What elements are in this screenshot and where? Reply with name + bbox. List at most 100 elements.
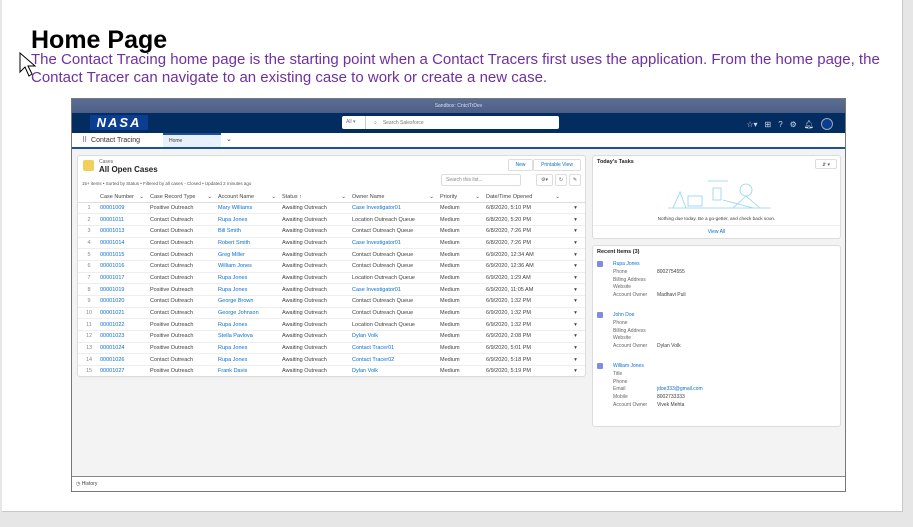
- table-row[interactable]: 7 00001017 Contact Outreach Rupa Jones Await…: [78, 272, 585, 285]
- table-row[interactable]: 6 00001016 Contact Outreach William Jones Aw…: [78, 260, 585, 273]
- account-name[interactable]: Robert Smith: [218, 237, 282, 250]
- chevron-down-icon[interactable]: ⌄: [207, 194, 218, 200]
- field-value[interactable]: jdoe333@gmail.com: [657, 386, 703, 392]
- account-name[interactable]: Mary Williams: [218, 202, 282, 215]
- case-number[interactable]: 00001015: [100, 248, 150, 261]
- chevron-down-icon[interactable]: ⌄: [271, 194, 282, 200]
- table-row[interactable]: 12 00001023 Positive Outreach Stella Pavlov…: [78, 330, 585, 343]
- account-name[interactable]: Rupa Jones: [218, 272, 282, 285]
- owner-name[interactable]: Case Investigator01: [352, 237, 440, 250]
- owner-name[interactable]: Case Investigator01: [352, 283, 440, 296]
- case-number[interactable]: 00001011: [100, 213, 150, 226]
- row-action-dropdown-icon[interactable]: ▾: [566, 353, 585, 367]
- case-number[interactable]: 00001017: [100, 272, 150, 285]
- table-row[interactable]: 9 00001020 Contact Outreach George Brown Awa…: [78, 295, 585, 308]
- row-action-dropdown-icon[interactable]: ▾: [566, 365, 585, 378]
- tab-home[interactable]: Home: [163, 133, 221, 147]
- owner-name[interactable]: Contact Tracer01: [352, 342, 440, 355]
- row-action-dropdown-icon[interactable]: ▾: [566, 202, 585, 215]
- global-search[interactable]: All ▾ ⌕ Search Salesforce: [342, 116, 559, 129]
- row-action-dropdown-icon[interactable]: ▾: [566, 248, 585, 261]
- account-name[interactable]: Bill Smith: [218, 225, 282, 238]
- table-row[interactable]: 10 00001021 Contact Outreach George Johnson…: [78, 307, 585, 320]
- account-name[interactable]: Rupa Jones: [218, 342, 282, 355]
- row-action-dropdown-icon[interactable]: ▾: [566, 260, 585, 273]
- row-action-dropdown-icon[interactable]: ▾: [566, 237, 585, 250]
- table-row[interactable]: 15 00001027 Positive Outreach Frank Davis Aw…: [78, 365, 585, 378]
- row-action-dropdown-icon[interactable]: ▾: [566, 342, 585, 355]
- case-number[interactable]: 00001022: [100, 318, 150, 332]
- favorites-icon[interactable]: ☆▾: [746, 120, 757, 129]
- column-header[interactable]: Priority ⌄: [440, 192, 486, 203]
- avatar[interactable]: [821, 118, 833, 130]
- row-action-dropdown-icon[interactable]: ▾: [566, 213, 585, 226]
- recent-item-name[interactable]: John Doe: [613, 312, 681, 320]
- case-number[interactable]: 00001027: [100, 365, 150, 378]
- owner-name[interactable]: Case Investigator01: [352, 202, 440, 215]
- chevron-down-icon[interactable]: ⌄: [341, 194, 352, 200]
- row-action-dropdown-icon[interactable]: ▾: [566, 225, 585, 238]
- case-number[interactable]: 00001009: [100, 202, 150, 215]
- chevron-down-icon[interactable]: ⌄: [555, 194, 566, 200]
- table-row[interactable]: 2 00001011 Contact Outreach Rupa Jones Await…: [78, 213, 585, 226]
- table-row[interactable]: 5 00001015 Contact Outreach Greg Miller Awai…: [78, 248, 585, 261]
- case-number[interactable]: 00001013: [100, 225, 150, 238]
- case-number[interactable]: 00001023: [100, 330, 150, 343]
- account-name[interactable]: Rupa Jones: [218, 213, 282, 226]
- row-action-dropdown-icon[interactable]: ▾: [566, 295, 585, 308]
- case-number[interactable]: 00001014: [100, 237, 150, 250]
- list-search-input[interactable]: Search this list...: [441, 174, 521, 186]
- view-all-link[interactable]: View All: [593, 225, 840, 239]
- help-icon[interactable]: ?: [778, 120, 782, 129]
- row-action-dropdown-icon[interactable]: ▾: [566, 307, 585, 320]
- edit-pencil-icon[interactable]: ✎: [569, 174, 581, 186]
- add-icon[interactable]: ⊞: [765, 120, 772, 129]
- list-view-title[interactable]: All Open Cases: [99, 165, 158, 174]
- recent-item-name[interactable]: Rupa Jones: [613, 261, 686, 269]
- case-number[interactable]: 00001020: [100, 295, 150, 308]
- account-name[interactable]: George Johnson: [218, 307, 282, 320]
- table-row[interactable]: 1 00001009 Positive Outreach Mary Williams A…: [78, 202, 585, 215]
- case-number[interactable]: 00001021: [100, 307, 150, 320]
- history-utility-bar[interactable]: ◷ History: [72, 476, 845, 491]
- column-header[interactable]: Status ↑ ⌄: [282, 192, 352, 203]
- owner-name[interactable]: Dylan Volk: [352, 330, 440, 343]
- table-row[interactable]: 3 00001013 Contact Outreach Bill Smith Await…: [78, 225, 585, 238]
- table-row[interactable]: 8 00001019 Positive Outreach Rupa Jones Awai…: [78, 283, 585, 296]
- printable-view-button[interactable]: Printable View: [533, 159, 581, 171]
- row-action-dropdown-icon[interactable]: ▾: [566, 318, 585, 332]
- nasa-logo[interactable]: NASA: [90, 115, 148, 130]
- case-number[interactable]: 00001019: [100, 283, 150, 296]
- new-button[interactable]: New: [508, 159, 533, 171]
- row-action-dropdown-icon[interactable]: ▾: [566, 272, 585, 285]
- gear-icon[interactable]: ⚙: [790, 120, 797, 129]
- refresh-icon[interactable]: ↻: [555, 174, 567, 186]
- case-number[interactable]: 00001026: [100, 353, 150, 367]
- column-header[interactable]: Date/Time Opened ⌄: [486, 192, 566, 203]
- account-name[interactable]: William Jones: [218, 260, 282, 273]
- settings-gear-icon[interactable]: ⚙▾: [536, 174, 553, 186]
- column-header[interactable]: Account Name ⌄: [218, 192, 282, 203]
- table-row[interactable]: 11 00001022 Positive Outreach Rupa Jones Awa…: [78, 318, 585, 332]
- account-name[interactable]: Greg Miller: [218, 248, 282, 261]
- recent-item-name[interactable]: William Jones: [613, 363, 703, 371]
- row-action-dropdown-icon[interactable]: ▾: [566, 283, 585, 296]
- column-header[interactable]: Owner Name ⌄: [352, 192, 440, 203]
- app-launcher[interactable]: ⠿ Contact Tracing: [82, 136, 140, 144]
- chevron-down-icon[interactable]: ⌄: [226, 135, 232, 143]
- account-name[interactable]: George Brown: [218, 295, 282, 308]
- chevron-down-icon[interactable]: ⌄: [139, 194, 150, 200]
- table-row[interactable]: 4 00001014 Contact Outreach Robert Smith Awa…: [78, 237, 585, 250]
- account-name[interactable]: Rupa Jones: [218, 318, 282, 332]
- account-name[interactable]: Frank Davis: [218, 365, 282, 378]
- column-header[interactable]: Case Number ⌄: [100, 192, 150, 203]
- search-scope[interactable]: All ▾: [342, 116, 366, 129]
- filter-dropdown-icon[interactable]: ⇵ ▾: [815, 159, 837, 169]
- bell-icon[interactable]: 🔔︎: [804, 120, 814, 129]
- table-row[interactable]: 14 00001026 Contact Outreach Rupa Jones Awai…: [78, 353, 585, 367]
- owner-name[interactable]: Contact Tracer02: [352, 353, 440, 367]
- column-header[interactable]: Case Record Type ⌄: [150, 192, 218, 203]
- account-name[interactable]: Rupa Jones: [218, 283, 282, 296]
- search-input[interactable]: Search Salesforce: [377, 120, 424, 126]
- owner-name[interactable]: Dylan Volk: [352, 365, 440, 378]
